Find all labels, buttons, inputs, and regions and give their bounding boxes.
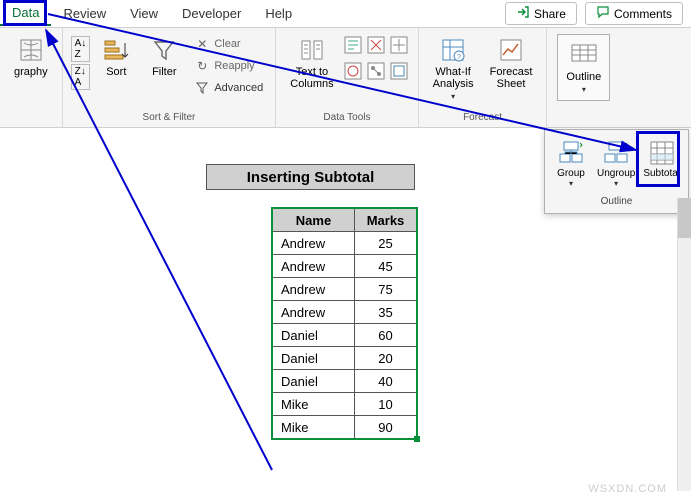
clear-icon: ✕: [194, 36, 210, 52]
advanced-button[interactable]: Advanced: [190, 78, 267, 98]
ribbon-tabs: Data Review View Developer Help Share Co…: [0, 0, 691, 28]
filter-label: Filter: [152, 66, 176, 78]
table-row[interactable]: Mike90: [273, 416, 417, 439]
share-button[interactable]: Share: [505, 2, 577, 25]
comments-label: Comments: [614, 7, 672, 21]
table-row[interactable]: Mike10: [273, 393, 417, 416]
sort-filter-group-label: Sort & Filter: [143, 110, 196, 125]
sort-asc-button[interactable]: A↓Z: [71, 36, 91, 62]
sort-icon: [102, 36, 130, 64]
forecast-sheet-button[interactable]: Forecast Sheet: [484, 32, 539, 94]
flash-fill-button[interactable]: [344, 36, 364, 59]
scroll-thumb[interactable]: [678, 198, 691, 238]
table-row[interactable]: Andrew25: [273, 232, 417, 255]
sort-label: Sort: [106, 66, 126, 78]
clear-button[interactable]: ✕ Clear: [190, 34, 267, 54]
text-to-columns-button[interactable]: Text to Columns: [284, 32, 339, 94]
table-row[interactable]: Daniel20: [273, 347, 417, 370]
comments-button[interactable]: Comments: [585, 2, 683, 25]
tab-data[interactable]: Data: [0, 1, 51, 26]
outline-label: Outline: [566, 71, 601, 83]
geography-icon: [17, 36, 45, 64]
share-label: Share: [534, 7, 566, 21]
geography-button[interactable]: graphy: [8, 32, 54, 82]
worksheet[interactable]: Inserting Subtotal Name Marks Andrew25 A…: [0, 128, 691, 498]
advanced-icon: [194, 80, 210, 96]
watermark: WSXDN.COM: [588, 483, 667, 495]
data-tools-group-label: Data Tools: [323, 110, 370, 125]
title-cell: Inserting Subtotal: [206, 164, 415, 190]
outline-button[interactable]: Outline ▾: [560, 37, 607, 98]
data-validation-button[interactable]: [344, 62, 364, 85]
whatif-icon: ?: [439, 36, 467, 64]
tab-help[interactable]: Help: [253, 2, 304, 25]
forecast-label: Forecast Sheet: [490, 66, 533, 90]
reapply-icon: ↻: [194, 58, 210, 74]
tab-view[interactable]: View: [118, 2, 170, 25]
table-row[interactable]: Andrew45: [273, 255, 417, 278]
table-row[interactable]: Andrew75: [273, 278, 417, 301]
sort-button[interactable]: Sort: [94, 32, 138, 82]
table-row[interactable]: Daniel60: [273, 324, 417, 347]
forecast-icon: [497, 36, 525, 64]
sort-desc-button[interactable]: Z↓A: [71, 64, 91, 90]
forecast-group-label: Forecast: [463, 110, 502, 125]
data-table[interactable]: Name Marks Andrew25 Andrew45 Andrew75 An…: [272, 208, 417, 439]
svg-text:?: ?: [457, 54, 461, 61]
outline-icon: [570, 41, 598, 69]
relationships-button[interactable]: [367, 62, 387, 85]
text-to-columns-icon: [298, 36, 326, 64]
chevron-down-icon: ▾: [451, 92, 455, 101]
filter-icon: [150, 36, 178, 64]
geography-label: graphy: [14, 66, 48, 78]
whatif-button[interactable]: ? What-If Analysis ▾: [427, 32, 480, 105]
ribbon: graphy A↓Z Z↓A Sort Filter: [0, 28, 691, 128]
filter-button[interactable]: Filter: [142, 32, 186, 82]
table-header-row: Name Marks: [273, 209, 417, 232]
remove-duplicates-button[interactable]: [367, 36, 387, 59]
chevron-down-icon: ▾: [582, 85, 586, 94]
data-model-button[interactable]: [390, 62, 410, 85]
text-to-columns-label: Text to Columns: [290, 66, 333, 90]
table-row[interactable]: Daniel40: [273, 370, 417, 393]
reapply-button[interactable]: ↻ Reapply: [190, 56, 267, 76]
comments-icon: [596, 5, 610, 22]
table-row[interactable]: Andrew35: [273, 301, 417, 324]
tab-review[interactable]: Review: [51, 2, 118, 25]
vertical-scrollbar[interactable]: [677, 198, 691, 491]
share-icon: [516, 5, 530, 22]
tab-developer[interactable]: Developer: [170, 2, 253, 25]
consolidate-button[interactable]: [390, 36, 410, 59]
header-marks: Marks: [355, 209, 417, 232]
header-name: Name: [273, 209, 355, 232]
selection-handle[interactable]: [414, 436, 420, 442]
whatif-label: What-If Analysis: [433, 66, 474, 90]
